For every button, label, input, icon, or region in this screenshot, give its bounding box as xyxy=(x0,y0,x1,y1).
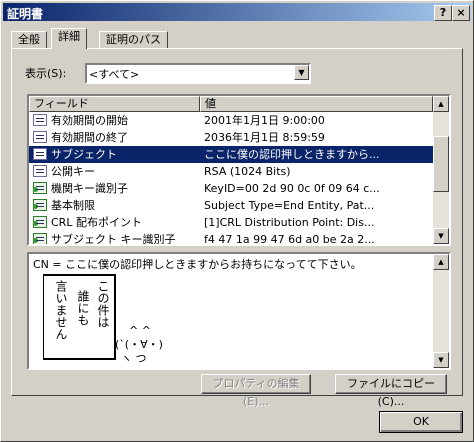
tab-general[interactable]: 全般 xyxy=(11,31,47,48)
ascii-art-sign: この件は 誰にも 言いません xyxy=(43,274,116,360)
chevron-down-icon[interactable]: ▼ xyxy=(294,65,309,80)
edit-properties-button[interactable]: プロパティの編集(E)... xyxy=(201,374,311,408)
row-value: RSA (1024 Bits) xyxy=(204,165,291,178)
list-header: フィールド 値 xyxy=(29,96,433,112)
row-field: CRL 配布ポイント xyxy=(51,216,142,229)
tab-certification-path[interactable]: 証明のパス xyxy=(99,31,168,48)
row-value: ここに僕の認印押しときますから... xyxy=(204,148,380,161)
row-value: KeyID=00 2d 90 0c 0f 09 64 c... xyxy=(204,182,380,195)
close-button[interactable]: × xyxy=(452,5,470,21)
detail-line: CN = ここに僕の認印押しときますからお持ちになってて下さい。 xyxy=(33,258,362,271)
field-icon xyxy=(33,148,47,160)
certificate-dialog: 証明書 ? × 全般 詳細 証明のパス 表示(S): <すべて> ▼ フィールド… xyxy=(0,0,474,442)
window-title: 証明書 xyxy=(7,7,44,21)
detail-scrollbar[interactable]: ▲ ▼ xyxy=(433,254,449,368)
field-icon xyxy=(33,131,47,143)
tab-details[interactable]: 詳細 xyxy=(51,28,87,49)
table-row[interactable]: サブジェクト キー識別子 f4 47 1a 99 47 6d a0 be 2a 2… xyxy=(29,231,433,246)
detail-textbox[interactable]: CN = ここに僕の認印押しときますからお持ちになってて下さい。 この件は 誰に… xyxy=(27,252,451,370)
table-row[interactable]: 公開キー RSA (1024 Bits) xyxy=(29,163,433,180)
scroll-down-icon[interactable]: ▼ xyxy=(433,352,449,368)
show-select[interactable]: <すべて> ▼ xyxy=(85,63,311,84)
scroll-down-icon[interactable]: ▼ xyxy=(433,228,449,244)
field-icon xyxy=(33,165,47,177)
table-row[interactable]: 機関キー識別子 KeyID=00 2d 90 0c 0f 09 64 c... xyxy=(29,180,433,197)
field-list[interactable]: フィールド 値 有効期間の開始 2001年1月1日 9:00:00 有効期間の終了 2… xyxy=(27,94,451,246)
show-label: 表示(S): xyxy=(25,67,67,80)
art-text-col2: 誰にも xyxy=(76,290,90,326)
row-value: 2036年1月1日 8:59:59 xyxy=(204,131,325,144)
art-text-col1: この件は xyxy=(96,280,110,328)
show-select-value: <すべて> xyxy=(89,68,140,81)
title-bar[interactable]: 証明書 ? × xyxy=(3,3,471,21)
scroll-up-icon[interactable]: ▲ xyxy=(433,96,449,112)
column-header-value[interactable]: 値 xyxy=(200,96,433,112)
extension-icon xyxy=(33,233,47,244)
scroll-up-icon[interactable]: ▲ xyxy=(433,254,449,270)
ok-button[interactable]: OK xyxy=(379,411,463,433)
row-field: 機関キー識別子 xyxy=(51,182,128,195)
row-field: 有効期間の開始 xyxy=(51,114,128,127)
row-value: 2001年1月1日 9:00:00 xyxy=(204,114,325,127)
art-text-col3: 言いません xyxy=(54,280,68,340)
field-icon xyxy=(33,114,47,126)
row-value: [1]CRL Distribution Point: Dis... xyxy=(204,216,375,229)
extension-icon xyxy=(33,182,47,194)
table-row[interactable]: サブジェクト ここに僕の認印押しときますから... xyxy=(29,146,433,163)
table-row[interactable]: 有効期間の開始 2001年1月1日 9:00:00 xyxy=(29,112,433,129)
column-header-field[interactable]: フィールド xyxy=(29,96,200,112)
row-value: Subject Type=End Entity, Pat... xyxy=(204,199,375,212)
art-feet: ヽ つ xyxy=(121,352,147,365)
table-row[interactable]: 有効期間の終了 2036年1月1日 8:59:59 xyxy=(29,129,433,146)
scroll-thumb[interactable] xyxy=(433,136,449,192)
table-row[interactable]: CRL 配布ポイント [1]CRL Distribution Point: Dis… xyxy=(29,214,433,231)
list-rows: 有効期間の開始 2001年1月1日 9:00:00 有効期間の終了 2036年1月1日… xyxy=(29,112,433,246)
copy-to-file-button[interactable]: ファイルにコピー(C)... xyxy=(335,374,447,408)
list-scrollbar[interactable]: ▲ ▼ xyxy=(433,96,449,244)
row-value: f4 47 1a 99 47 6d a0 be 2a 2... xyxy=(204,233,375,246)
row-field: 公開キー xyxy=(51,165,95,178)
extension-icon xyxy=(33,199,47,211)
row-field: サブジェクト キー識別子 xyxy=(51,233,176,246)
row-field: サブジェクト xyxy=(51,148,117,161)
extension-icon xyxy=(33,216,47,228)
help-button[interactable]: ? xyxy=(434,5,452,21)
table-row[interactable]: 基本制限 Subject Type=End Entity, Pat... xyxy=(29,197,433,214)
row-field: 基本制限 xyxy=(51,199,95,212)
row-field: 有効期間の終了 xyxy=(51,131,128,144)
